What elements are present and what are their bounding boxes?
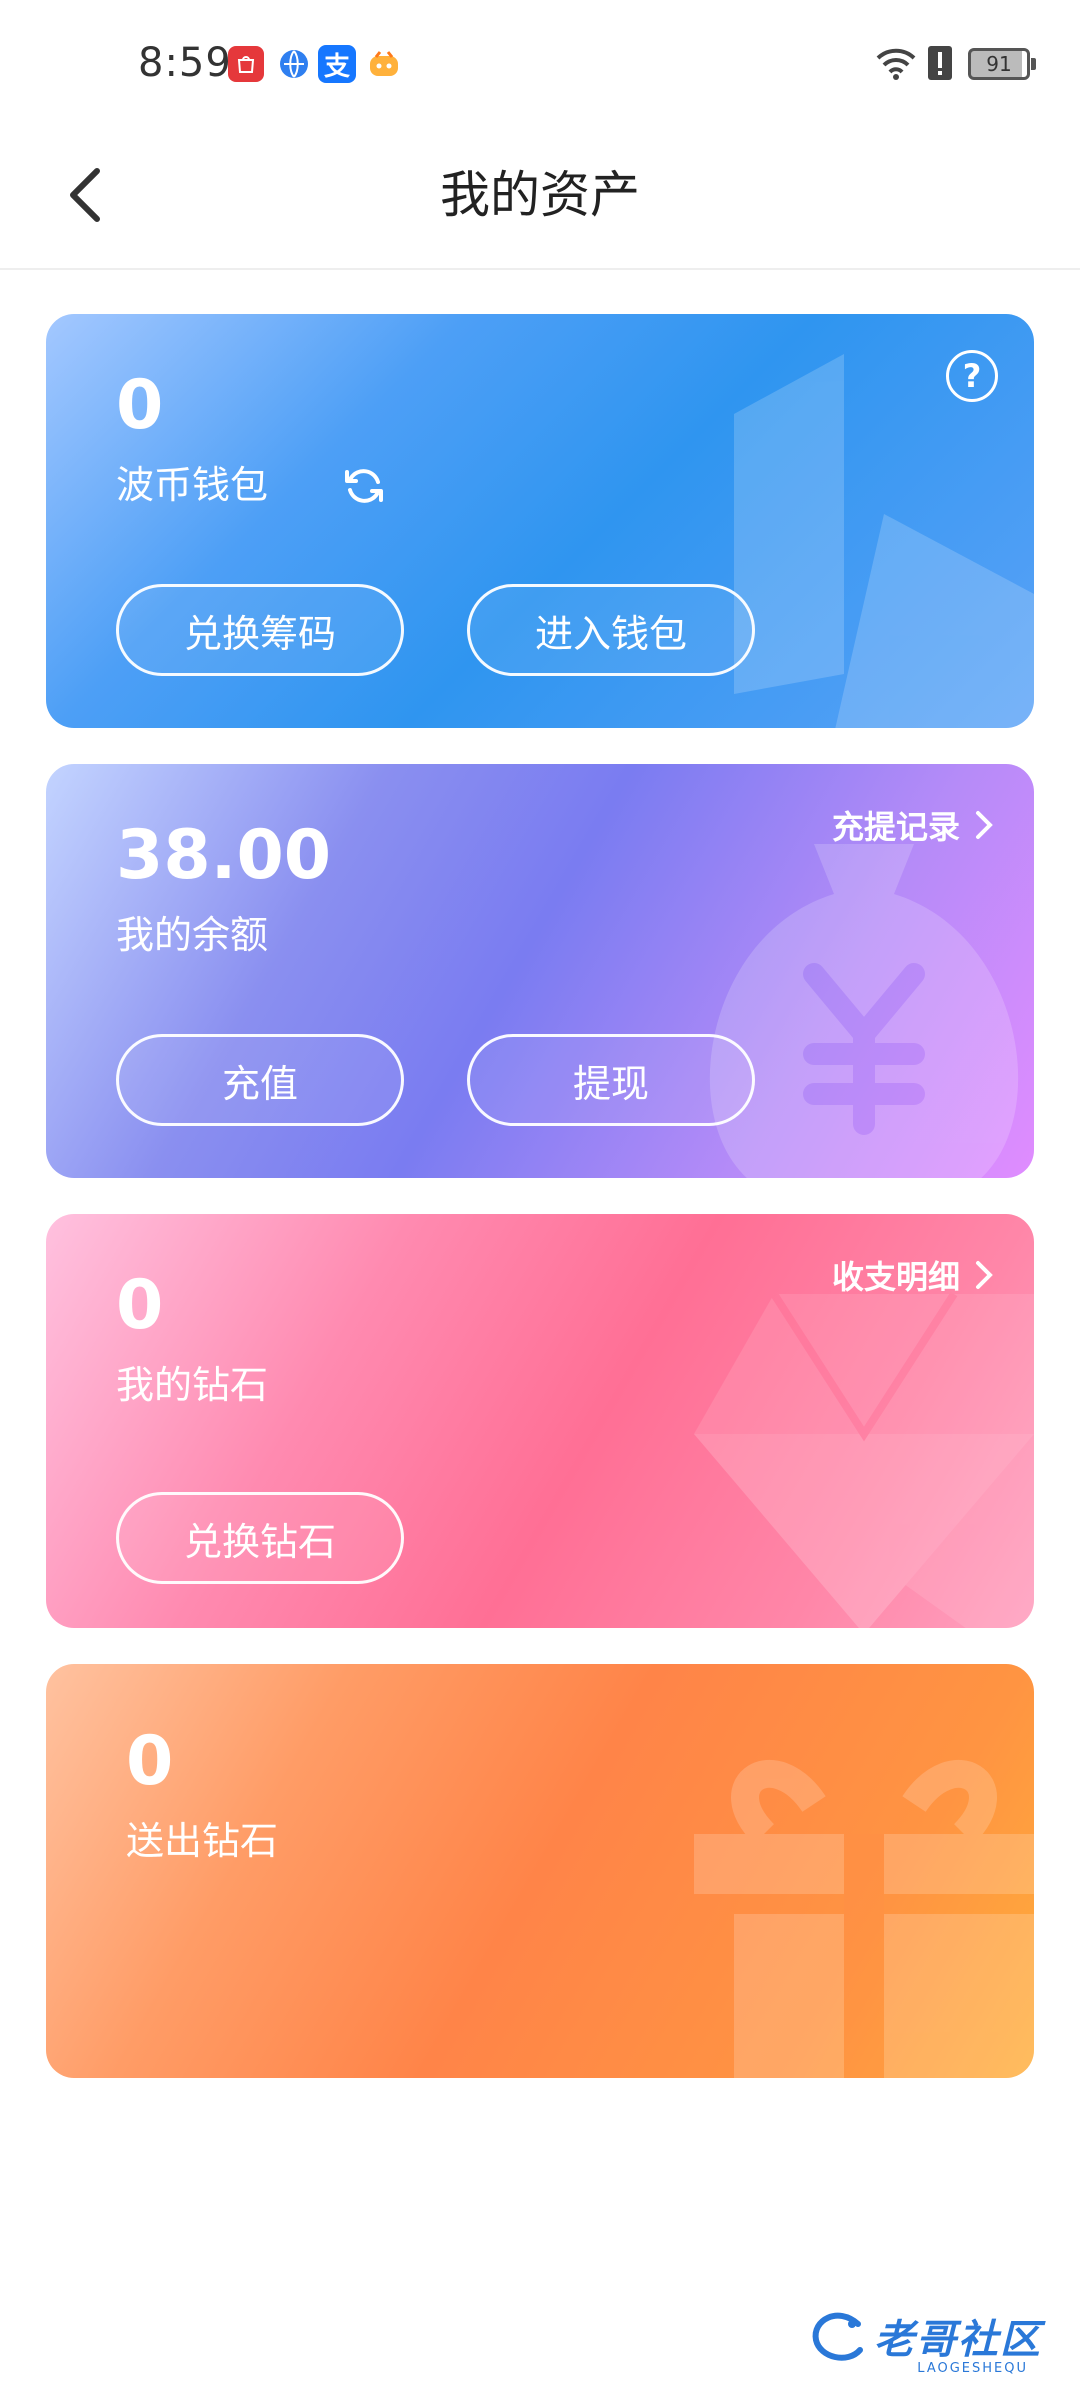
diamonds-amount: 0 — [116, 1266, 164, 1345]
wifi-icon — [874, 44, 918, 86]
sent-diamonds-card: 0 送出钻石 — [46, 1664, 1034, 2078]
chevron-right-icon — [976, 811, 993, 839]
income-details-link[interactable]: 收支明细 — [832, 1252, 994, 1298]
watermark-subtext: LAOGESHEQU — [917, 2361, 1028, 2376]
gift-deco-icon — [694, 1760, 1034, 2078]
wallet-label: 波币钱包 — [116, 463, 269, 507]
wallet-card: ? 0 波币钱包 兑换筹码 进入钱包 — [46, 314, 1034, 728]
chevron-right-icon — [976, 1261, 993, 1289]
alert-icon — [926, 44, 954, 86]
status-time: 8:59 — [138, 40, 232, 86]
wallet-amount: 0 — [116, 366, 164, 445]
help-icon[interactable]: ? — [946, 350, 998, 402]
recharge-button[interactable]: 充值 — [116, 1034, 404, 1126]
status-bar: 8:59 支 91 — [0, 0, 1080, 130]
diamonds-label: 我的钻石 — [116, 1363, 269, 1407]
exchange-chips-button[interactable]: 兑换筹码 — [116, 584, 404, 676]
income-details-label: 收支明细 — [831, 1258, 960, 1296]
dragon-logo-icon — [812, 2312, 863, 2361]
recharge-records-link[interactable]: 充提记录 — [832, 802, 994, 848]
watermark-logo: 老哥社区 LAOGESHEQU — [808, 2296, 1058, 2376]
withdraw-button[interactable]: 提现 — [467, 1034, 755, 1126]
diamonds-card: 收支明细 0 我的钻石 兑换钻石 — [46, 1214, 1034, 1628]
recharge-records-label: 充提记录 — [831, 808, 960, 846]
nav-header: 我的资产 — [0, 130, 1080, 270]
balance-amount: 38.00 — [116, 816, 332, 895]
watermark-text: 老哥社区 — [874, 2317, 1042, 2363]
refresh-icon[interactable] — [342, 464, 386, 508]
page-title: 我的资产 — [440, 166, 640, 224]
browser-icon — [276, 46, 312, 82]
sent-amount: 0 — [126, 1722, 174, 1801]
alipay-icon: 支 — [318, 45, 356, 83]
balance-label: 我的余额 — [116, 913, 269, 957]
money-bag-deco-icon — [709, 844, 1019, 1178]
huawei-appgallery-icon — [228, 46, 264, 82]
exchange-diamonds-button[interactable]: 兑换钻石 — [116, 1492, 404, 1584]
enter-wallet-button[interactable]: 进入钱包 — [467, 584, 755, 676]
taobao-icon — [366, 46, 402, 82]
battery-icon: 91 — [968, 48, 1036, 80]
diamond-deco-icon — [694, 1291, 1034, 1628]
balance-card: 充提记录 38.00 我的余额 充值 提现 — [46, 764, 1034, 1178]
sent-label: 送出钻石 — [126, 1819, 279, 1863]
